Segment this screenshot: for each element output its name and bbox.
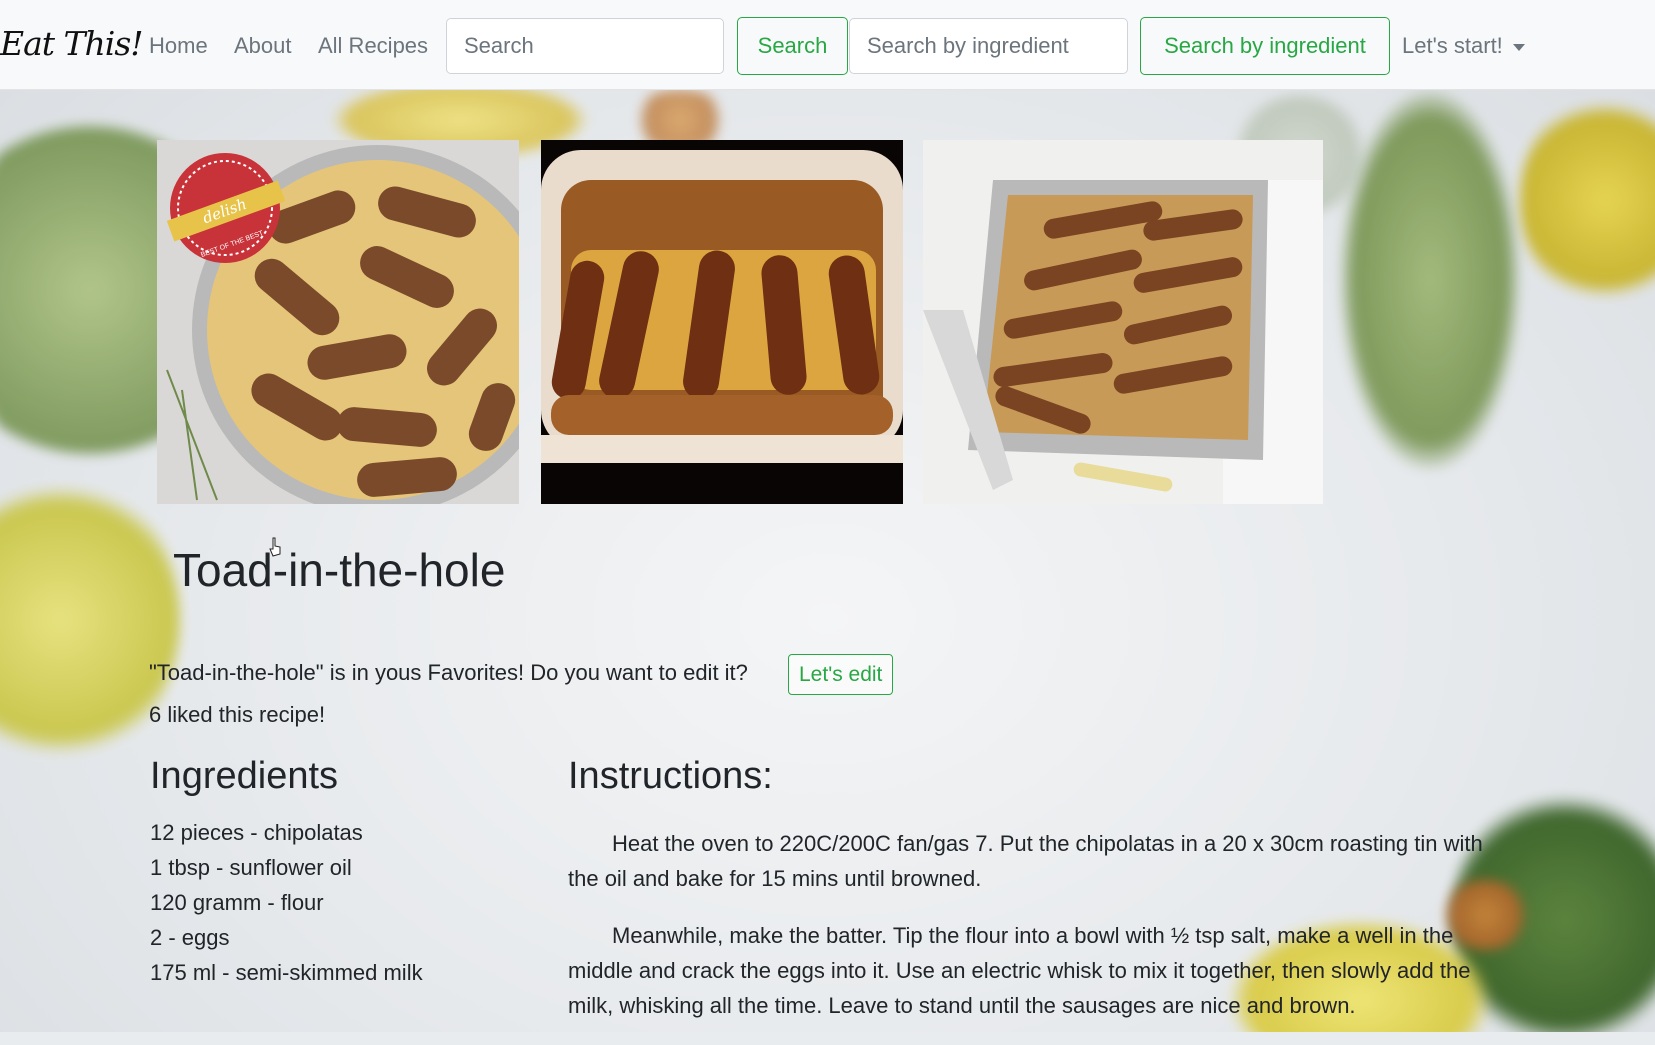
recipe-photo-1: delish BEST OF THE BEST (157, 140, 519, 504)
instructions-heading: Instructions: (568, 755, 773, 797)
search-input[interactable] (446, 18, 724, 74)
instructions-body: Heat the oven to 220C/200C fan/gas 7. Pu… (568, 826, 1508, 1045)
ingredient-search-input[interactable] (849, 18, 1128, 74)
caret-down-icon (1512, 43, 1525, 51)
ingredient-item: 12 pieces - chipolatas (150, 820, 363, 845)
recipe-photo-2 (541, 140, 903, 504)
ingredients-list: 12 pieces - chipolatas 1 tbsp - sunflowe… (150, 815, 423, 990)
instruction-step: Heat the oven to 220C/200C fan/gas 7. Pu… (568, 831, 1483, 891)
lets-start-dropdown[interactable]: Let's start! (1402, 33, 1525, 59)
ingredients-heading: Ingredients (150, 755, 339, 797)
likes-count: 6 liked this recipe! (149, 702, 326, 727)
ingredient-item: 2 - eggs (150, 925, 230, 950)
recipe-title: Toad-in-the-hole (173, 544, 506, 596)
ingredient-item: 1 tbsp - sunflower oil (150, 855, 352, 880)
ingredient-item: 175 ml - semi-skimmed milk (150, 960, 423, 985)
dropdown-label: Let's start! (1402, 33, 1503, 58)
instruction-step: Meanwhile, make the batter. Tip the flou… (568, 923, 1471, 1018)
favorite-notice: "Toad-in-the-hole" is in yous Favorites!… (149, 660, 748, 685)
brand-logo[interactable]: Eat This! (0, 24, 144, 63)
search-button[interactable]: Search (737, 17, 848, 75)
edit-recipe-button[interactable]: Let's edit (788, 654, 894, 695)
ingredient-item: 120 gramm - flour (150, 890, 324, 915)
nav-home[interactable]: Home (149, 33, 208, 59)
recipe-photo-3 (923, 140, 1323, 504)
nav-about[interactable]: About (234, 33, 292, 59)
navbar: Eat This! Home About All Recipes Search … (0, 0, 1655, 90)
nav-all-recipes[interactable]: All Recipes (318, 33, 428, 59)
hand-cursor-icon (269, 537, 281, 557)
ingredient-search-button[interactable]: Search by ingredient (1140, 17, 1390, 75)
